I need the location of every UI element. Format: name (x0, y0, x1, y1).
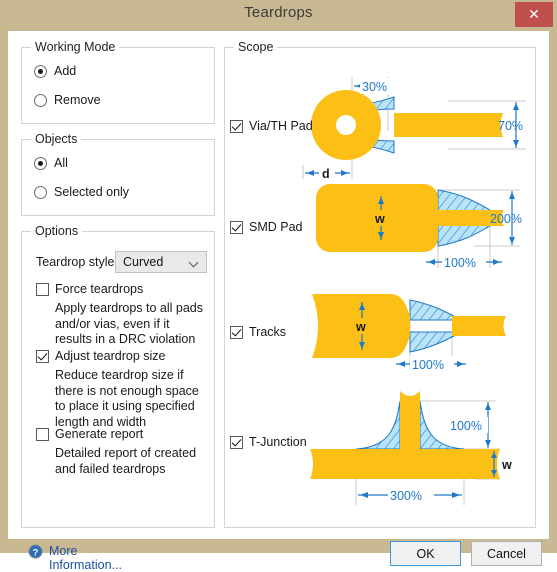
radio-remove-indicator (34, 94, 47, 107)
via-th-pad-figure: 30% 70% d (302, 77, 526, 181)
via-width-label: 70% (498, 119, 523, 133)
checkbox-via-th-pad-label: Via/TH Pad (249, 119, 313, 133)
svg-text:?: ? (33, 547, 39, 557)
cancel-button[interactable]: Cancel (471, 541, 542, 566)
tjunction-length-label: 300% (390, 489, 422, 503)
checkbox-smd-pad-indicator (230, 221, 243, 234)
help-icon: ? (28, 544, 43, 559)
smd-pad-figure: w 200% 100% (316, 184, 522, 270)
chevron-down-icon (190, 259, 198, 267)
objects-legend: Objects (31, 132, 82, 146)
radio-all-label: All (54, 156, 68, 170)
checkbox-generate-report-indicator (36, 428, 49, 441)
teardrops-dialog: Teardrops ✕ Working Mode Add Remove Obje… (0, 0, 557, 572)
close-icon: ✕ (528, 6, 540, 22)
working-mode-legend: Working Mode (31, 40, 120, 54)
smd-length-label: 100% (444, 256, 476, 270)
radio-add-indicator (34, 65, 47, 78)
teardrop-style-value: Curved (123, 255, 164, 269)
generate-report-description: Detailed report of created and failed te… (55, 446, 197, 476)
tjunction-height-label: 100% (450, 419, 482, 433)
tracks-width-symbol: w (355, 320, 366, 334)
title-bar: Teardrops ✕ (0, 0, 557, 31)
radio-add-label: Add (54, 64, 77, 78)
adjust-teardrop-size-description: Reduce teardrop size if there is not eno… (55, 368, 199, 429)
window-title: Teardrops (244, 4, 313, 21)
checkbox-tracks-indicator (230, 326, 243, 339)
checkbox-generate-report-label: Generate report (55, 427, 144, 441)
checkbox-via-th-pad-indicator (230, 120, 243, 133)
t-junction-figure: 100% w 300% (310, 391, 512, 505)
dialog-body: Working Mode Add Remove Objects All Sele… (8, 31, 549, 572)
smd-width-symbol: w (374, 212, 385, 226)
objects-group: Objects All Selected only (21, 132, 215, 216)
ok-button[interactable]: OK (390, 541, 461, 566)
checkbox-t-junction-label: T-Junction (249, 435, 307, 449)
close-button[interactable]: ✕ (515, 2, 553, 27)
tjunction-width-symbol: w (501, 458, 512, 472)
via-length-label: 30% (362, 80, 387, 94)
checkbox-force-teardrops-indicator (36, 283, 49, 296)
checkbox-adjust-teardrop-size-label: Adjust teardrop size (55, 349, 166, 363)
checkbox-force-teardrops-label: Force teardrops (55, 282, 144, 296)
force-teardrops-description: Apply teardrops to all pads and/or vias,… (55, 301, 204, 346)
checkbox-smd-pad-label: SMD Pad (249, 220, 303, 234)
scope-legend: Scope (234, 40, 278, 54)
tracks-length-label: 100% (412, 358, 444, 372)
radio-all-indicator (34, 157, 47, 170)
radio-remove-label: Remove (54, 93, 101, 107)
radio-selected-only-label: Selected only (54, 185, 130, 199)
working-mode-group: Working Mode Add Remove (21, 40, 215, 124)
more-information-label: More Information... (49, 544, 122, 572)
checkbox-t-junction-indicator (230, 436, 243, 449)
teardrop-style-select[interactable]: Curved (115, 251, 207, 273)
checkbox-adjust-teardrop-size-indicator (36, 350, 49, 363)
tracks-figure: w 100% (312, 294, 506, 372)
smd-total-width-label: 200% (490, 212, 522, 226)
teardrop-style-label: Teardrop style (36, 255, 115, 269)
checkbox-tracks-label: Tracks (249, 325, 287, 339)
radio-selected-only-indicator (34, 186, 47, 199)
options-legend: Options (31, 224, 83, 238)
